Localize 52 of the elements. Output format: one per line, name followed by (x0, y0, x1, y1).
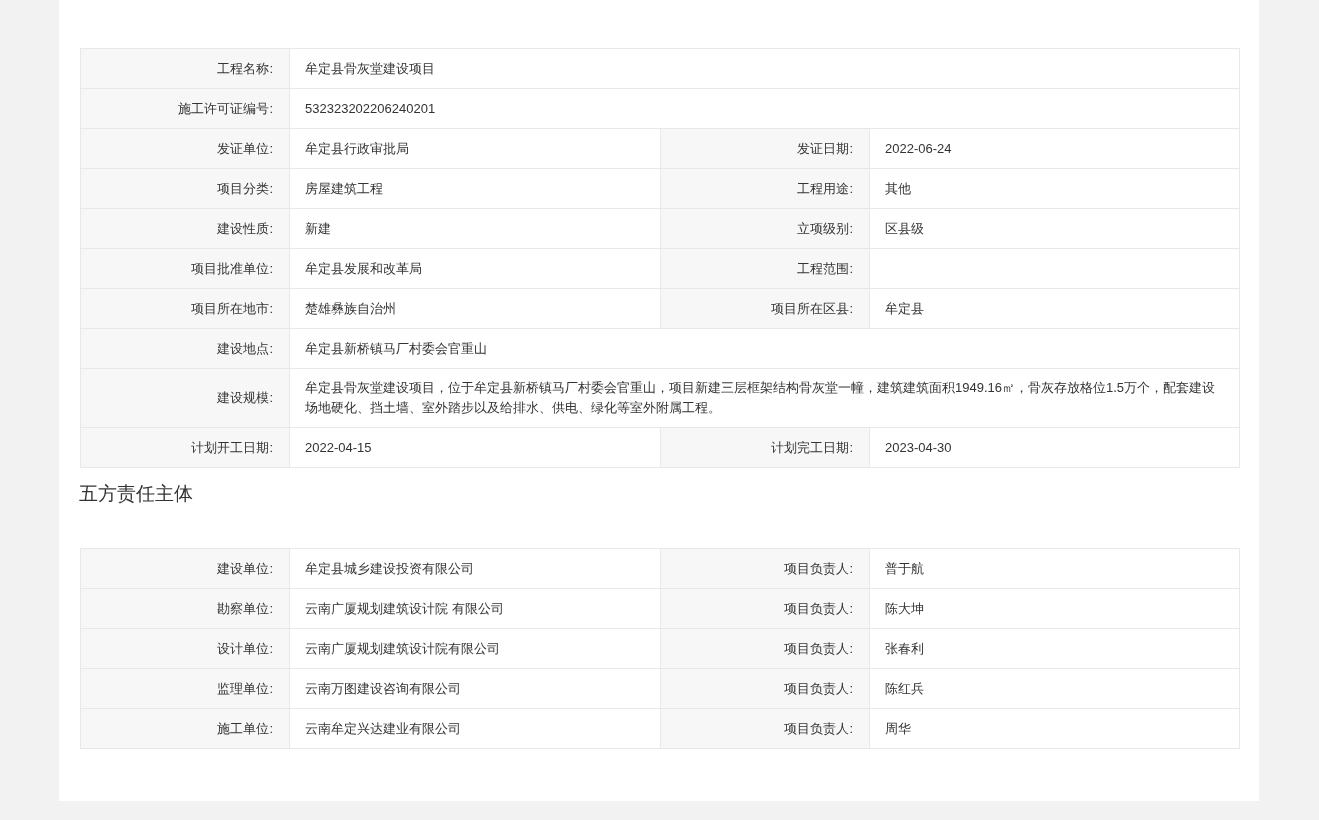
field-label: 工程名称: (80, 48, 290, 89)
field-value: 2022-06-24 (869, 128, 1240, 169)
field-value: 普于航 (869, 548, 1240, 589)
section-title: 五方责任主体 (79, 482, 194, 506)
field-label: 立项级别: (660, 208, 870, 249)
field-value: 新建 (289, 208, 661, 249)
field-value: 陈红兵 (869, 668, 1240, 709)
field-value: 2023-04-30 (869, 427, 1240, 468)
field-value: 云南牟定兴达建业有限公司 (289, 708, 661, 749)
field-value: 陈大坤 (869, 588, 1240, 629)
field-label: 项目负责人: (660, 588, 870, 629)
field-label: 监理单位: (80, 668, 290, 709)
field-value: 房屋建筑工程 (289, 168, 661, 209)
field-value: 532323202206240201 (289, 88, 1240, 129)
field-label: 计划开工日期: (80, 427, 290, 468)
field-label: 项目所在区县: (660, 288, 870, 329)
field-label: 计划完工日期: (660, 427, 870, 468)
field-label: 项目所在地市: (80, 288, 290, 329)
field-value: 周华 (869, 708, 1240, 749)
field-value: 云南广厦规划建筑设计院有限公司 (289, 628, 661, 669)
field-label: 建设规模: (80, 368, 290, 428)
field-label: 建设性质: (80, 208, 290, 249)
field-value: 云南广厦规划建筑设计院 有限公司 (289, 588, 661, 629)
field-label: 项目分类: (80, 168, 290, 209)
field-label: 勘察单位: (80, 588, 290, 629)
field-label: 建设单位: (80, 548, 290, 589)
field-label: 发证单位: (80, 128, 290, 169)
field-value: 云南万图建设咨询有限公司 (289, 668, 661, 709)
field-value: 牟定县 (869, 288, 1240, 329)
field-value: 牟定县骨灰堂建设项目，位于牟定县新桥镇马厂村委会官重山，项目新建三层框架结构骨灰堂一幢，建筑建筑面积1949.16㎡，骨灰存放格位1.5万个，配套建设场地硬化、挡土墙、室外踏步以及给排水、供电、绿化等室外附属工程。 (289, 368, 1240, 428)
field-label: 设计单位: (80, 628, 290, 669)
field-label: 施工许可证编号: (80, 88, 290, 129)
field-label: 发证日期: (660, 128, 870, 169)
field-label: 施工单位: (80, 708, 290, 749)
field-value: 牟定县城乡建设投资有限公司 (289, 548, 661, 589)
field-label: 项目负责人: (660, 708, 870, 749)
field-value: 牟定县发展和改革局 (289, 248, 661, 289)
field-value: 其他 (869, 168, 1240, 209)
field-value: 张春利 (869, 628, 1240, 669)
field-label: 工程范围: (660, 248, 870, 289)
field-value: 牟定县骨灰堂建设项目 (289, 48, 1240, 89)
field-label: 建设地点: (80, 328, 290, 369)
field-value: 牟定县新桥镇马厂村委会官重山 (289, 328, 1240, 369)
field-value: 区县级 (869, 208, 1240, 249)
field-label: 工程用途: (660, 168, 870, 209)
field-value: 楚雄彝族自治州 (289, 288, 661, 329)
field-label: 项目批准单位: (80, 248, 290, 289)
field-value: 牟定县行政审批局 (289, 128, 661, 169)
field-value: 2022-04-15 (289, 427, 661, 468)
field-label: 项目负责人: (660, 668, 870, 709)
field-label: 项目负责人: (660, 628, 870, 669)
field-label: 项目负责人: (660, 548, 870, 589)
